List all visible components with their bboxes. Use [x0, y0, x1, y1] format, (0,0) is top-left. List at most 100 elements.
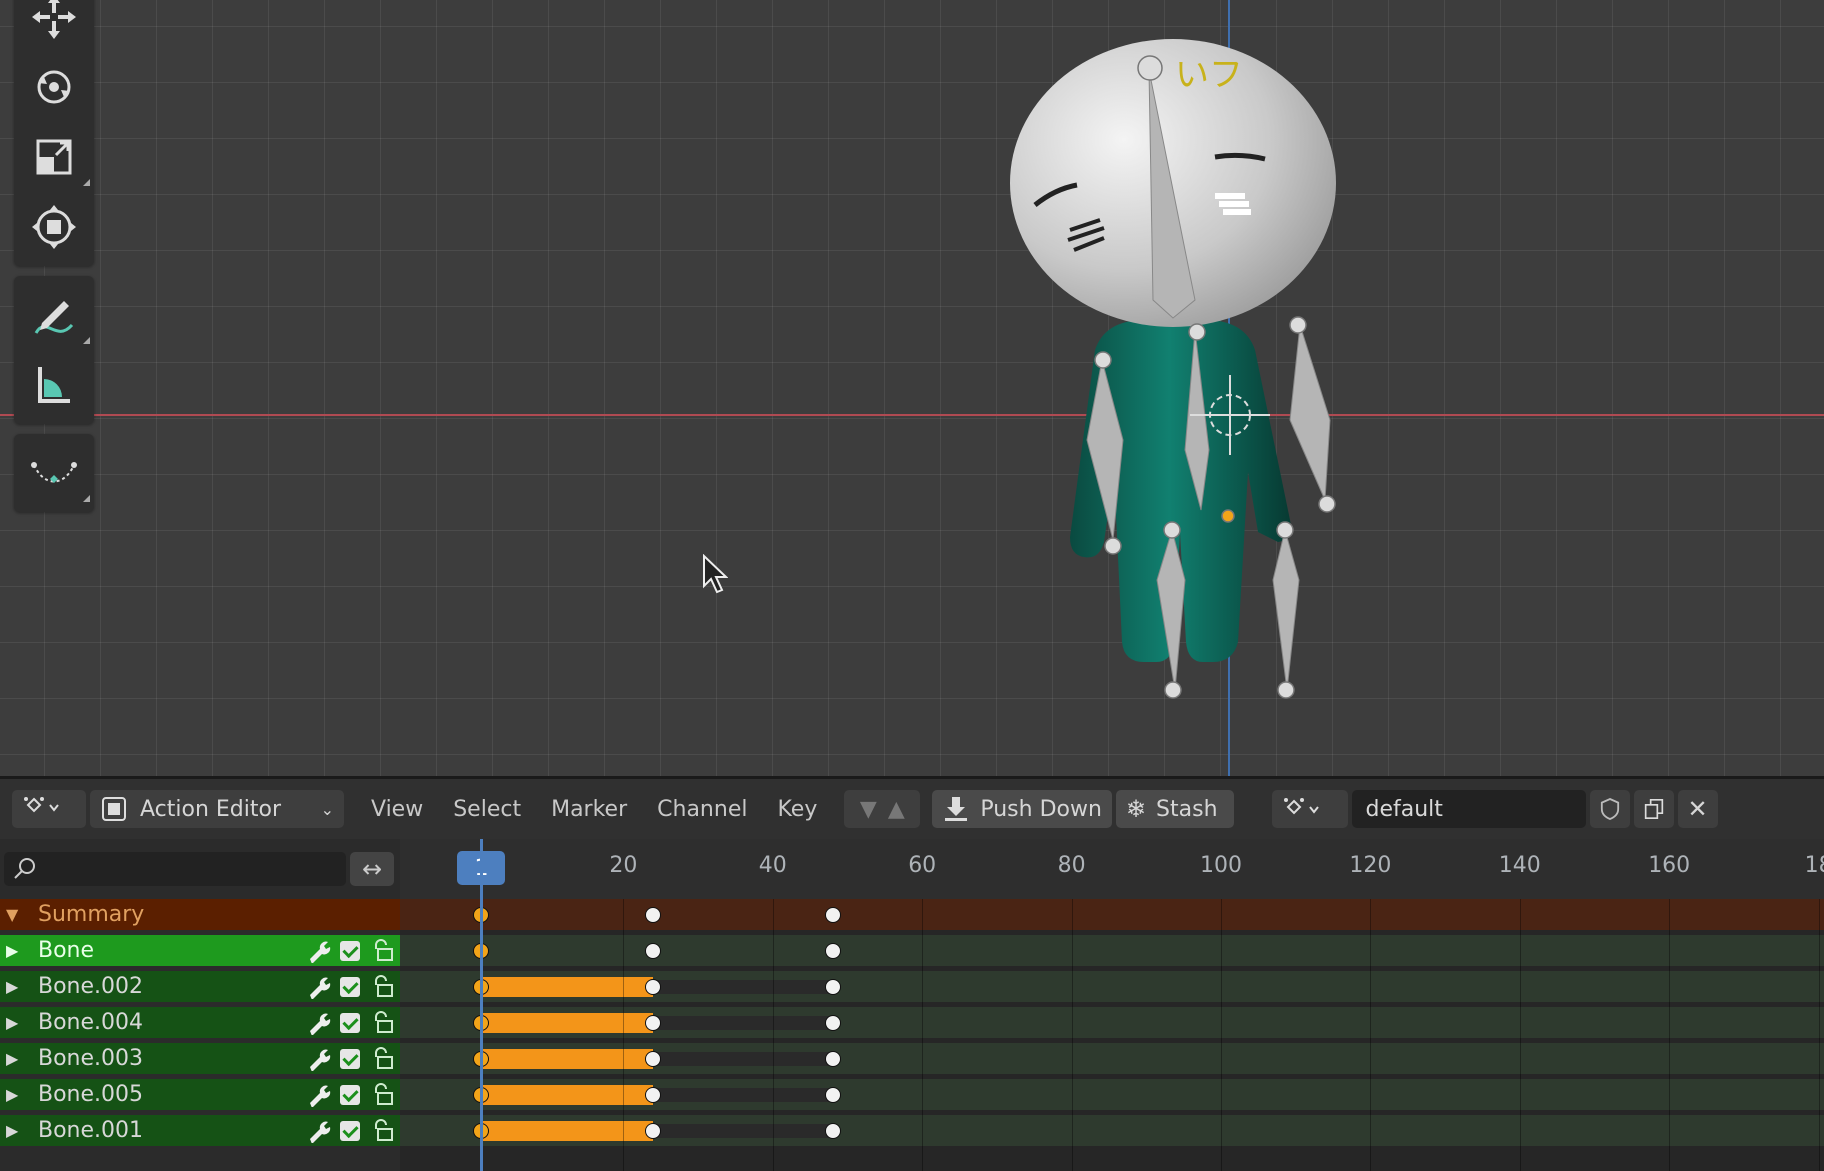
dopesheet-timeline[interactable]: 2040608010012014016018 1 [400, 839, 1824, 1171]
channel-enabled-checkbox[interactable] [340, 1120, 360, 1141]
measure-tool[interactable] [14, 350, 94, 420]
menu-key[interactable]: Key [762, 797, 832, 822]
wrench-icon[interactable] [306, 1119, 332, 1143]
mode-dropdown[interactable]: Action Editor ⌄ [90, 790, 344, 828]
keyframe-point[interactable] [824, 1122, 841, 1139]
scale-tool[interactable] [14, 122, 94, 192]
channel-enabled-checkbox[interactable] [340, 1084, 360, 1105]
keyframe-track[interactable] [400, 1007, 1824, 1038]
action-icon [102, 797, 126, 821]
keyframe-track[interactable] [400, 1079, 1824, 1110]
keyframe-point[interactable] [645, 978, 662, 995]
editor-type-button[interactable] [12, 790, 86, 828]
expand-right-icon[interactable]: ▶ [6, 1121, 28, 1140]
action-browse-button[interactable] [1271, 790, 1348, 828]
expand-right-icon[interactable]: ▶ [6, 941, 28, 960]
layer-down-icon[interactable]: ▼ [860, 797, 877, 822]
character-model[interactable]: いフ [985, 20, 1405, 720]
filter-swap-button[interactable]: ↔ [350, 852, 394, 886]
unlock-icon[interactable] [368, 1046, 396, 1071]
bone-size-tool[interactable] [14, 438, 94, 508]
frame-ruler[interactable]: 20 40 60 80 100 120 140 160 18 [400, 839, 1824, 899]
channel-label: Bone.001 [38, 1118, 144, 1143]
keyframe-track[interactable] [400, 1043, 1824, 1074]
channel-rows: ▼ Summary ▶ Bone ▶ Bone.002 ▶ Bone.004 ▶ Bone.003… [0, 899, 400, 1146]
dopesheet-icon [24, 797, 59, 813]
keyframe-point[interactable] [824, 1086, 841, 1103]
keyframe-track[interactable] [400, 935, 1824, 966]
frame-tick-label: 40 [758, 853, 787, 878]
annotate-tools-group [14, 276, 94, 424]
bone-channel[interactable]: ▶ Bone.005 [0, 1079, 400, 1110]
summary-channel[interactable]: ▼ Summary [0, 899, 400, 930]
wrench-icon[interactable] [306, 1083, 332, 1107]
unlock-icon[interactable] [368, 938, 396, 963]
keyframe-point[interactable] [645, 906, 662, 923]
expand-right-icon[interactable]: ▶ [6, 1013, 28, 1032]
keyframe-track[interactable] [400, 1115, 1824, 1146]
expand-right-icon[interactable]: ▶ [6, 1085, 28, 1104]
menu-marker[interactable]: Marker [536, 797, 642, 822]
action-name-field[interactable]: default [1351, 790, 1586, 828]
keyframe-point[interactable] [645, 942, 662, 959]
frame-tick-label: 120 [1349, 853, 1392, 878]
layer-up-icon[interactable]: ▲ [888, 797, 905, 822]
3d-viewport[interactable]: いフ [0, 0, 1824, 776]
channel-enabled-checkbox[interactable] [340, 976, 360, 997]
playhead-line[interactable] [480, 839, 484, 1171]
channel-label: Bone [38, 938, 95, 963]
keyframe-point[interactable] [645, 1014, 662, 1031]
keyframe-point[interactable] [824, 942, 841, 959]
menu-channel[interactable]: Channel [642, 797, 762, 822]
keyframe-point[interactable] [824, 978, 841, 995]
bone-channel[interactable]: ▶ Bone [0, 935, 400, 966]
menu-select[interactable]: Select [438, 797, 536, 822]
keyframe-track[interactable] [400, 971, 1824, 1002]
new-action-button[interactable] [1633, 790, 1674, 828]
keyframe-point[interactable] [645, 1122, 662, 1139]
wrench-icon[interactable] [306, 975, 332, 999]
unlock-icon[interactable] [368, 974, 396, 999]
keyframe-point[interactable] [824, 1014, 841, 1031]
keyframe-hold-bar [653, 1015, 833, 1030]
move-tool[interactable] [14, 0, 94, 52]
unlock-icon[interactable] [368, 1082, 396, 1107]
keyframe-hold-bar [653, 1123, 833, 1138]
menu-view[interactable]: View [356, 797, 438, 822]
expand-right-icon[interactable]: ▶ [6, 1049, 28, 1068]
bone-channel[interactable]: ▶ Bone.002 [0, 971, 400, 1002]
unlink-action-button[interactable]: ✕ [1677, 790, 1718, 828]
push-down-button[interactable]: Push Down [932, 790, 1112, 828]
channel-label: Bone.003 [38, 1046, 144, 1071]
bone-channel[interactable]: ▶ Bone.001 [0, 1115, 400, 1146]
keyframe-track[interactable] [400, 899, 1824, 930]
wrench-icon[interactable] [306, 1047, 332, 1071]
keyframe-point[interactable] [645, 1086, 662, 1103]
frame-gridline [1370, 899, 1372, 1171]
fake-user-button[interactable] [1589, 790, 1630, 828]
x-axis-line [0, 414, 1824, 416]
frame-gridline [1519, 899, 1521, 1171]
wrench-icon[interactable] [306, 1011, 332, 1035]
transform-tool[interactable] [14, 192, 94, 262]
bone-channel[interactable]: ▶ Bone.003 [0, 1043, 400, 1074]
channel-enabled-checkbox[interactable] [340, 1048, 360, 1069]
bone-channel[interactable]: ▶ Bone.004 [0, 1007, 400, 1038]
bone-tools-group [14, 434, 94, 512]
annotate-tool[interactable] [14, 280, 94, 350]
keyframe-point[interactable] [824, 1050, 841, 1067]
rotate-tool[interactable] [14, 52, 94, 122]
tool-options-corner [83, 337, 90, 344]
expand-down-icon[interactable]: ▼ [6, 905, 28, 924]
stash-button[interactable]: ❄ Stash [1115, 790, 1234, 828]
channel-search-input[interactable] [4, 852, 346, 886]
keyframe-point[interactable] [645, 1050, 662, 1067]
expand-right-icon[interactable]: ▶ [6, 977, 28, 996]
wrench-icon[interactable] [306, 939, 332, 963]
measure-icon [38, 367, 70, 403]
channel-enabled-checkbox[interactable] [340, 1012, 360, 1033]
unlock-icon[interactable] [368, 1010, 396, 1035]
channel-enabled-checkbox[interactable] [340, 940, 360, 961]
unlock-icon[interactable] [368, 1118, 396, 1143]
keyframe-point[interactable] [824, 906, 841, 923]
